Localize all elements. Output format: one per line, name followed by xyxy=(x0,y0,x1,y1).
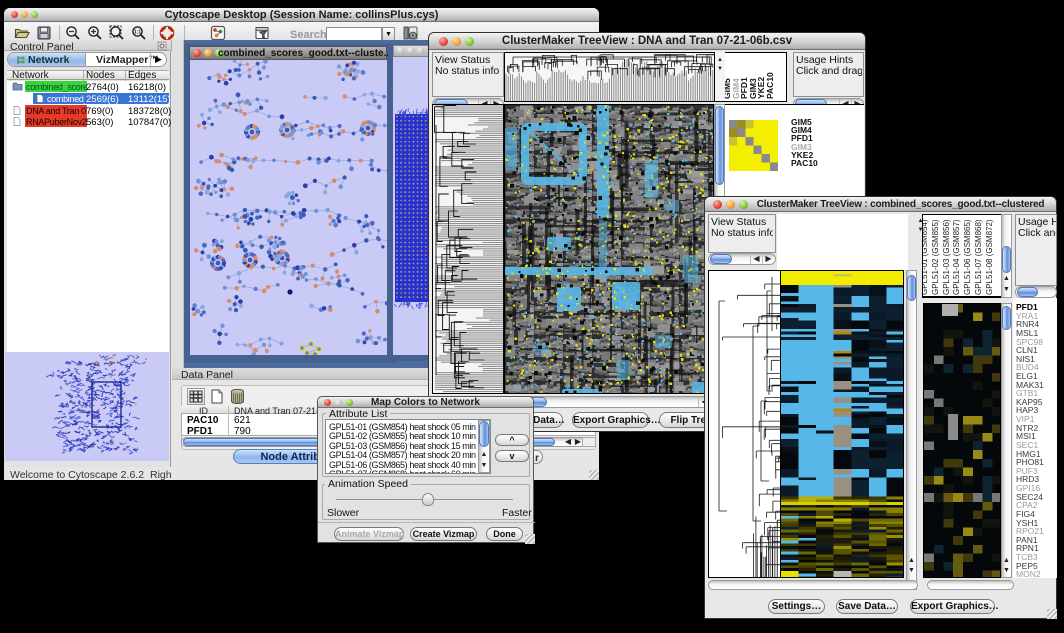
svg-text:1:1: 1:1 xyxy=(134,30,141,36)
